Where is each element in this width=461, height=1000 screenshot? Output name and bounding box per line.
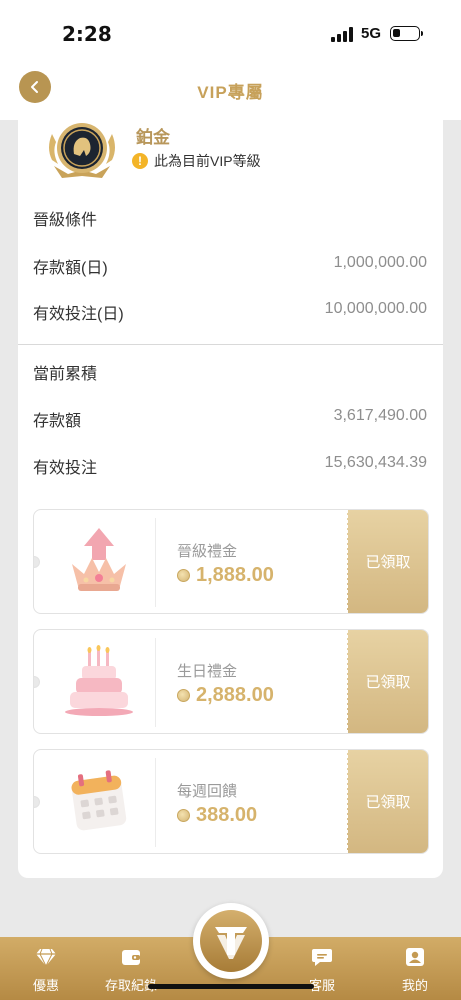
- reward-amount: 388.00: [177, 804, 257, 827]
- home-indicator: [148, 984, 314, 989]
- coin-icon: [177, 569, 190, 582]
- signal-icon: [331, 27, 353, 42]
- tier-notice-text: 此為目前VIP等級: [154, 153, 261, 169]
- crown-upgrade-icon: [72, 528, 126, 591]
- reward-amount-value: 388.00: [196, 804, 258, 826]
- brand-logo-icon: [200, 910, 262, 972]
- accumulated-bet-value: 15,630,434.39: [324, 454, 427, 471]
- reward-separator: [155, 638, 156, 727]
- reward-card-weekly: 每週回饋 388.00 已領取: [33, 749, 429, 854]
- upgrade-deposit-value: 1,000,000.00: [333, 254, 427, 271]
- reward-amount-value: 2,888.00: [196, 684, 274, 706]
- status-time: 2:28: [62, 22, 112, 46]
- ticket-notch: [34, 556, 40, 568]
- network-label: 5G: [361, 25, 382, 42]
- coin-icon: [177, 809, 190, 822]
- vip-card: 鉑金 ! 此為目前VIP等級 晉級條件 存款額(日) 1,000,000.00 …: [18, 120, 443, 878]
- diamond-icon: [36, 948, 56, 967]
- reward-card-birthday: 生日禮金 2,888.00 已領取: [33, 629, 429, 734]
- reward-amount: 2,888.00: [177, 684, 274, 707]
- reward-separator: [155, 518, 156, 607]
- calendar-icon: [71, 770, 127, 831]
- tab-label: 優惠: [32, 978, 59, 993]
- upgrade-section-title: 晉級條件: [33, 212, 98, 229]
- warning-icon: !: [132, 153, 148, 169]
- ticket-notch: [34, 676, 40, 688]
- nav-bar: VIP專屬: [0, 66, 461, 120]
- ticket-notch: [34, 796, 40, 808]
- birthday-cake-icon: [65, 645, 133, 716]
- tab-label: 我的: [401, 978, 428, 993]
- tab-promotions[interactable]: 優惠: [11, 947, 81, 994]
- home-center-button[interactable]: [193, 903, 269, 979]
- section-divider: [18, 344, 443, 345]
- lion-medal-icon: [49, 123, 115, 178]
- reward-amount: 1,888.00: [177, 564, 274, 587]
- reward-name: 每週回饋: [177, 783, 238, 800]
- battery-icon: [390, 26, 420, 41]
- reward-separator: [155, 758, 156, 847]
- user-icon: [406, 948, 424, 966]
- upgrade-bet-label: 有效投注(日): [33, 306, 124, 323]
- reward-card-upgrade: 晉級禮金 1,888.00 已領取: [33, 509, 429, 614]
- claim-button[interactable]: 已領取: [347, 750, 428, 853]
- reward-amount-value: 1,888.00: [196, 564, 274, 586]
- page-title: VIP專屬: [197, 83, 264, 102]
- tier-name: 鉑金: [136, 128, 170, 147]
- upgrade-bet-value: 10,000,000.00: [324, 300, 427, 317]
- battery-tip: [421, 31, 423, 36]
- tier-notice: ! 此為目前VIP等級: [132, 151, 261, 171]
- accumulated-section-title: 當前累積: [33, 366, 98, 383]
- reward-name: 晉級禮金: [177, 543, 238, 560]
- chat-icon: [312, 949, 332, 966]
- accumulated-deposit-value: 3,617,490.00: [333, 407, 427, 424]
- brand-logo-shape: [215, 927, 247, 959]
- wallet-icon: [122, 950, 140, 965]
- status-bar: 2:28 5G: [0, 0, 461, 66]
- tab-profile[interactable]: 我的: [380, 947, 450, 994]
- reward-name: 生日禮金: [177, 663, 238, 680]
- claim-button[interactable]: 已領取: [347, 630, 428, 733]
- claim-button[interactable]: 已領取: [347, 510, 428, 613]
- coin-icon: [177, 689, 190, 702]
- upgrade-deposit-label: 存款額(日): [33, 260, 108, 277]
- accumulated-bet-label: 有效投注: [33, 460, 98, 477]
- accumulated-deposit-label: 存款額: [33, 413, 82, 430]
